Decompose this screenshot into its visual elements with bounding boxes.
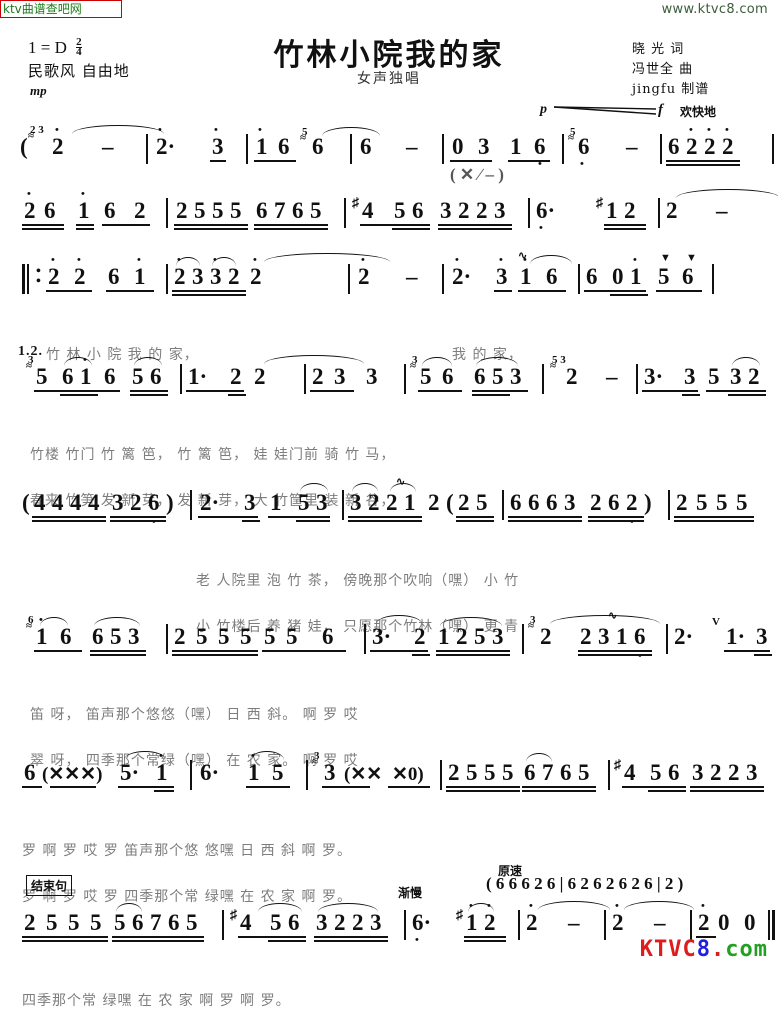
logo-part-1: KTVC [639,937,697,962]
music-system-6: 6 ≈ 1 • 6 65 3 25 55 55 6 3· 2 12 53 3 ≈ … [0,610,778,769]
logo-part-2: 8 [696,937,711,962]
rhythm-cue-1: ( ✕ ∕ – ) [450,165,504,184]
meter-denominator: 4 [76,46,82,58]
logo-part-3: com [725,937,768,962]
key-signature: 1 = D 2 4 [28,37,82,58]
lyric-row-verse1: 竹楼 竹门 竹 篱 笆， 竹 篱 笆， 娃 娃门前 骑 竹 马， [0,444,778,466]
notes-row: 6 ≈ 1 • 6 65 3 25 55 55 6 3· 2 12 53 3 ≈ … [0,610,778,662]
music-system-7: 6 (✕✕✕) 5· 1 • 6· 1 • 5 3 ≈ 3 (✕✕ ✕0) 25 5… [0,748,778,905]
time-signature: 2 4 [76,37,82,58]
dynamic-crescendo-block: p f 欢快地 [540,100,740,122]
dynamic-p: p [540,102,547,117]
lyric-line: 罗 啊 罗 哎 罗 笛声那个悠 悠嘿 日 西 斜 啊 罗。 [22,843,352,859]
crescendo-hairpin-icon [554,106,656,115]
lyric-line: 笛 呀， 笛声那个悠悠（嘿） 日 西 斜。 啊 罗 哎 [30,707,359,723]
lyric-line: 竹楼 竹门 竹 篱 笆， 竹 篱 笆， 娃 娃门前 骑 竹 马， [30,447,396,463]
credit-engraver: jingfu 制谱 [632,82,710,97]
credit-composer: 冯世全 曲 [632,62,694,77]
lyric-row-final: 四季那个常 绿嘿 在 农 家 啊 罗 啊 罗。 [0,990,778,1012]
lyric-line: 老 人院里 泡 竹 茶， 傍晚那个吹响（嘿） 小 竹 [196,573,520,589]
music-system-5: ( 44 44 32 6 • ) 2· 3 1 53 32 21 ∿ 2 ( 2… [0,476,778,635]
lyric-row-verse1: 罗 啊 罗 哎 罗 笛声那个悠 悠嘿 日 西 斜 啊 罗。 [0,840,778,862]
site-banner-left: ktv曲谱查吧网 [0,0,122,18]
lyric-line: 四季那个常 绿嘿 在 农 家 啊 罗 啊 罗。 [22,993,291,1009]
credit-lyricist: 晓 光 词 [632,42,685,57]
music-system-2b [0,186,778,238]
music-system-4: 3 ≈ 5 61 • 6 56 1· 2 2 23 3 3 ≈ 56 65 3 [0,352,778,509]
notes-row: 6 (✕✕✕) 5· 1 • 6· 1 • 5 3 ≈ 3 (✕✕ ✕0) 25 5… [0,748,778,794]
ossia-notes: ( 6 6 6 2 6 | 6 2 6 2 6 2 6 | 2 ) [486,874,684,893]
notes-row: ( 2 3 ≈ 2 • – 2· • 3 • 1 • 6 5 ≈ 6 6 – 03 1… [0,122,778,170]
lyric-row-verse1: 笛 呀， 笛声那个悠悠（嘿） 日 西 斜。 啊 罗 哎 [0,704,778,726]
tempo-marking: 欢快地 [680,105,717,119]
music-system-1: ( 2 3 ≈ 2 • – 2· • 3 • 1 • 6 5 ≈ 6 6 – 03 1… [0,122,778,174]
dynamic-f: f [658,102,663,118]
repeat-start-barline [22,264,34,294]
ending-phrase-label: 结束句 [26,875,73,896]
notes-row: • • 2 • 2 • 6 1 • 23 32 • • 2 • 2 • – 2· • 3 • 1… [0,250,778,298]
notes-row: ( 44 44 32 6 • ) 2· 3 1 53 32 21 ∿ 2 ( 2… [0,476,778,528]
notes-row: 3 ≈ 5 61 • 6 56 1· 2 2 23 3 3 ≈ 56 65 3 [0,352,778,398]
style-marking: 民歌风 自由地 [28,62,130,80]
lyric-row-verse1: 老 人院里 泡 竹 茶， 傍晚那个吹响（嘿） 小 竹 [0,570,778,592]
final-barline [768,910,776,940]
key-label: 1 = D [28,38,67,57]
site-url-text: www.ktvc8.com [661,2,768,17]
logo-dot: . [711,937,726,962]
site-logo: KTVC8.com [640,937,768,962]
dynamic-mp: mp [30,83,47,98]
music-system-3: • • 2 • 2 • 6 1 • 23 32 • • 2 • 2 • – 2· • 3 • 1… [0,250,778,363]
